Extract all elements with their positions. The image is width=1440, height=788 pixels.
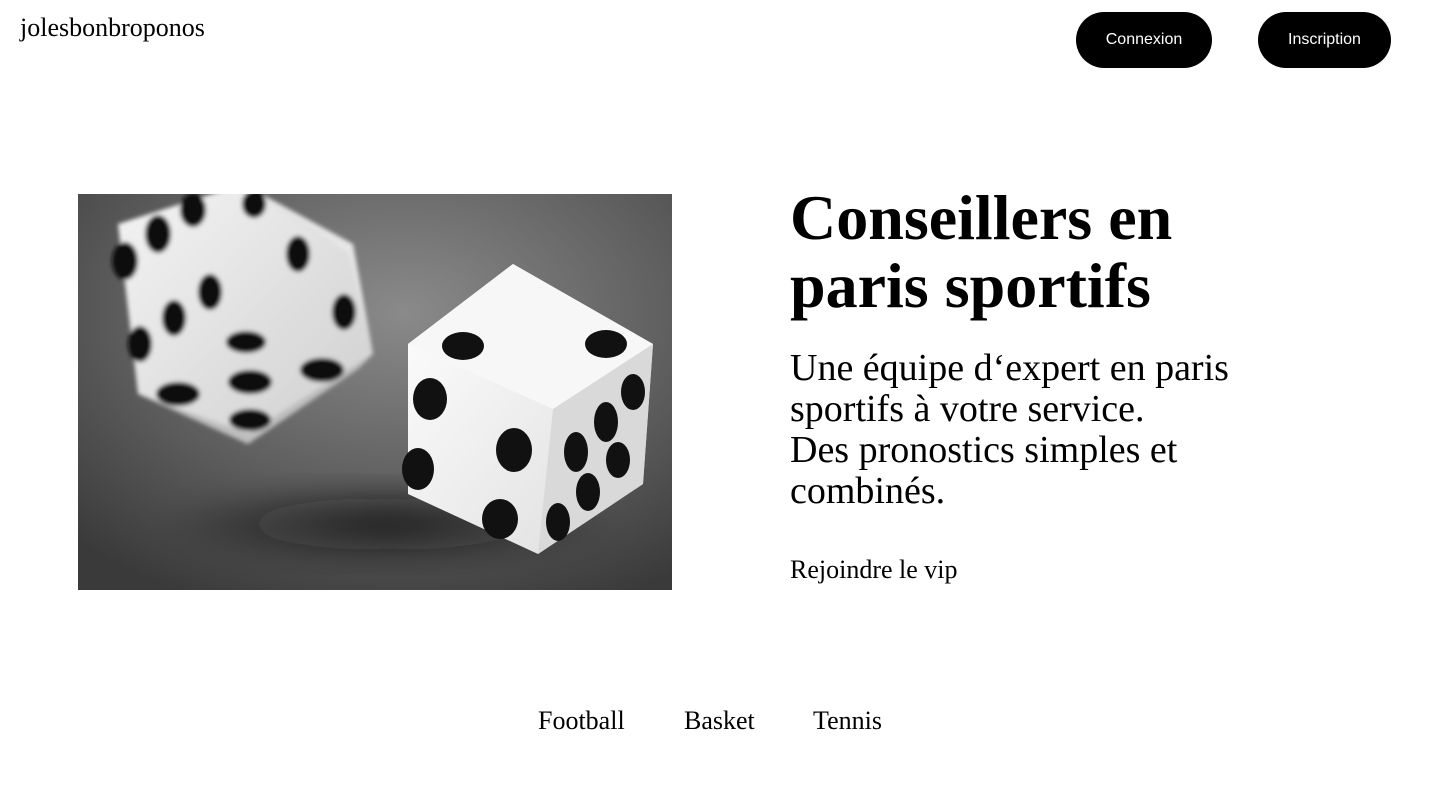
sports-nav: Football Basket Tennis <box>0 705 1440 739</box>
hero-title: Conseillers en paris sportifs <box>790 182 1173 321</box>
hero-description: Une équipe d‘expert en paris sportifs à … <box>790 347 1229 512</box>
sport-link-tennis[interactable]: Tennis <box>813 705 882 737</box>
sport-link-football[interactable]: Football <box>538 705 625 737</box>
signup-button[interactable]: Inscription <box>1258 12 1391 68</box>
site-logo[interactable]: jolesbonbroponos <box>20 12 205 44</box>
login-button[interactable]: Connexion <box>1076 12 1212 68</box>
dice-photo <box>78 194 672 590</box>
join-vip-link[interactable]: Rejoindre le vip <box>790 554 958 586</box>
page: jolesbonbroponos Connexion Inscription C… <box>0 0 1440 788</box>
sport-link-basket[interactable]: Basket <box>684 705 755 737</box>
